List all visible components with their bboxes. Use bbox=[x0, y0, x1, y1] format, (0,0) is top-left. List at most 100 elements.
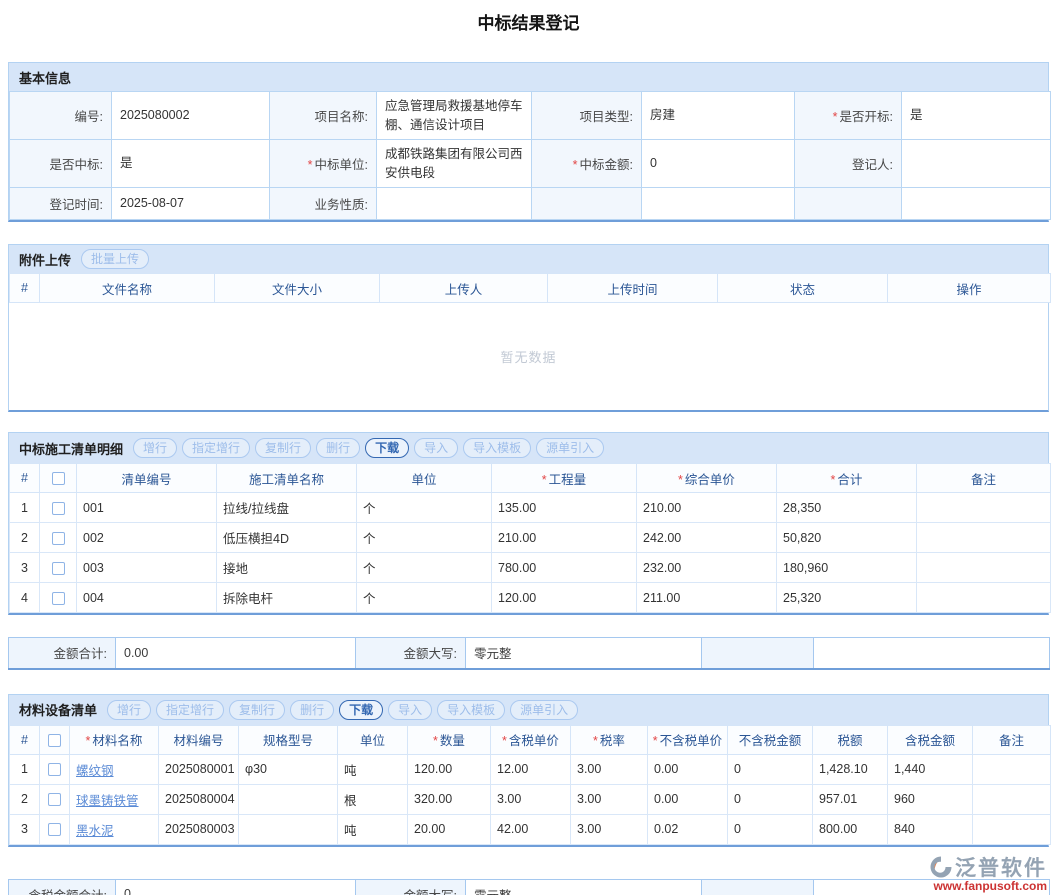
col-material-name: 材料名称 bbox=[70, 725, 159, 754]
field-label: 是否开标: bbox=[795, 92, 902, 140]
col-tax-amount: 税额 bbox=[813, 725, 888, 754]
add-row-button[interactable]: 增行 bbox=[133, 438, 177, 458]
row-index: 2 bbox=[10, 523, 40, 553]
summary-caps-label: 金额大写: bbox=[356, 638, 466, 669]
import-button[interactable]: 导入 bbox=[414, 438, 458, 458]
material-name-link[interactable]: 螺纹钢 bbox=[76, 764, 114, 778]
col-unit-price: 综合单价 bbox=[637, 464, 777, 493]
field-value-number[interactable]: 2025080002 bbox=[112, 92, 270, 140]
cell-with-tax-amount: 960 bbox=[888, 784, 973, 814]
field-value-winning-amount[interactable]: 0 bbox=[642, 140, 795, 188]
summary-total-value: 0 bbox=[116, 879, 356, 895]
cell-spec bbox=[239, 814, 338, 844]
table-row: 1 螺纹钢 2025080001 φ30 吨 120.00 12.00 3.00… bbox=[10, 754, 1051, 784]
col-total-label: 合计 bbox=[831, 473, 863, 487]
col-unit: 单位 bbox=[338, 725, 408, 754]
summary-caps-value: 零元整 bbox=[466, 879, 702, 895]
col-file-size: 文件大小 bbox=[215, 274, 380, 303]
delete-row-button[interactable]: 删行 bbox=[316, 438, 360, 458]
summary-caps-value: 零元整 bbox=[466, 638, 702, 669]
col-quantity: 工程量 bbox=[492, 464, 637, 493]
construction-summary-row: 金额合计: 0.00 金额大写: 零元整 bbox=[8, 637, 1050, 670]
copy-row-button[interactable]: 复制行 bbox=[255, 438, 311, 458]
batch-upload-button[interactable]: 批量上传 bbox=[81, 249, 149, 269]
col-with-tax-amount: 含税金额 bbox=[888, 725, 973, 754]
import-button[interactable]: 导入 bbox=[388, 700, 432, 720]
row-select-cell bbox=[40, 784, 70, 814]
row-checkbox[interactable] bbox=[52, 592, 65, 605]
field-label: 中标单位: bbox=[270, 140, 377, 188]
col-select-all bbox=[40, 464, 77, 493]
select-all-checkbox[interactable] bbox=[52, 472, 65, 485]
cell-material-code: 2025080003 bbox=[159, 814, 239, 844]
cell-tax-rate: 3.00 bbox=[571, 784, 648, 814]
cell-remark bbox=[917, 493, 1051, 523]
select-all-checkbox[interactable] bbox=[48, 734, 61, 747]
section-material-list: 材料设备清单 增行 指定增行 复制行 删行 下载 导入 导入模板 源单引入 # … bbox=[8, 694, 1049, 847]
cell-tax-amount: 957.01 bbox=[813, 784, 888, 814]
row-checkbox[interactable] bbox=[48, 793, 61, 806]
field-value-bid-opened[interactable]: 是 bbox=[902, 92, 1051, 140]
import-template-button[interactable]: 导入模板 bbox=[463, 438, 531, 458]
col-spec: 规格型号 bbox=[239, 725, 338, 754]
section-attachments: 附件上传 批量上传 # 文件名称 文件大小 上传人 上传时间 状态 操作 暂无数… bbox=[8, 244, 1049, 412]
cell-quantity: 135.00 bbox=[492, 493, 637, 523]
import-template-button[interactable]: 导入模板 bbox=[437, 700, 505, 720]
field-value-winning-unit[interactable]: 成都铁路集团有限公司西安供电段 bbox=[377, 140, 532, 188]
add-row-button[interactable]: 增行 bbox=[107, 700, 151, 720]
cell-no-tax-amount: 0 bbox=[728, 784, 813, 814]
cell-quantity: 120.00 bbox=[492, 583, 637, 613]
cell-quantity: 210.00 bbox=[492, 523, 637, 553]
insert-row-button[interactable]: 指定增行 bbox=[182, 438, 250, 458]
field-value-project-name[interactable]: 应急管理局救援基地停车棚、通信设计项目 bbox=[377, 92, 532, 140]
row-checkbox[interactable] bbox=[52, 532, 65, 545]
label-project-type: 项目类型: bbox=[580, 110, 633, 124]
col-index: # bbox=[10, 274, 40, 303]
material-name-link[interactable]: 球墨铸铁管 bbox=[76, 794, 139, 808]
cell-no-tax-price: 0.00 bbox=[648, 754, 728, 784]
basic-info-header-bar: 基本信息 bbox=[9, 63, 1048, 91]
field-label: 登记时间: bbox=[10, 188, 112, 220]
field-value-registrar[interactable] bbox=[902, 140, 1051, 188]
download-button[interactable]: 下载 bbox=[339, 700, 383, 720]
download-button[interactable]: 下载 bbox=[365, 438, 409, 458]
row-checkbox[interactable] bbox=[48, 823, 61, 836]
delete-row-button[interactable]: 删行 bbox=[290, 700, 334, 720]
watermark: 泛普软件 www.fanpusoft.com bbox=[928, 852, 1047, 893]
row-index: 2 bbox=[10, 784, 40, 814]
cell-list-code: 004 bbox=[77, 583, 217, 613]
field-value-register-time[interactable]: 2025-08-07 bbox=[112, 188, 270, 220]
row-index: 4 bbox=[10, 583, 40, 613]
col-status: 状态 bbox=[718, 274, 888, 303]
field-label: 项目类型: bbox=[532, 92, 642, 140]
col-no-tax-amount: 不含税金额 bbox=[728, 725, 813, 754]
summary-total-label: 金额合计: bbox=[9, 638, 116, 669]
cell-quantity: 780.00 bbox=[492, 553, 637, 583]
field-value-business-nature[interactable] bbox=[377, 188, 532, 220]
col-file-name: 文件名称 bbox=[40, 274, 215, 303]
table-row: 2 球墨铸铁管 2025080004 根 320.00 3.00 3.00 0.… bbox=[10, 784, 1051, 814]
basic-info-row: 登记时间: 2025-08-07 业务性质: bbox=[10, 188, 1051, 220]
field-value-is-winning[interactable]: 是 bbox=[112, 140, 270, 188]
summary-caps-label: 金额大写: bbox=[356, 879, 466, 895]
insert-row-button[interactable]: 指定增行 bbox=[156, 700, 224, 720]
row-checkbox[interactable] bbox=[52, 502, 65, 515]
field-label-empty bbox=[795, 188, 902, 220]
table-row: 4 004 拆除电杆 个 120.00 211.00 25,320 bbox=[10, 583, 1051, 613]
cell-list-code: 002 bbox=[77, 523, 217, 553]
cell-no-tax-amount: 0 bbox=[728, 814, 813, 844]
cell-no-tax-amount: 0 bbox=[728, 754, 813, 784]
section-basic-info: 基本信息 编号: 2025080002 项目名称: 应急管理局救援基地停车棚、通… bbox=[8, 62, 1049, 222]
material-name-link[interactable]: 黑水泥 bbox=[76, 824, 114, 838]
row-checkbox[interactable] bbox=[52, 562, 65, 575]
attachments-header-row: # 文件名称 文件大小 上传人 上传时间 状态 操作 bbox=[10, 274, 1051, 303]
col-no-tax-price: 不含税单价 bbox=[648, 725, 728, 754]
cell-spec bbox=[239, 784, 338, 814]
source-import-button[interactable]: 源单引入 bbox=[536, 438, 604, 458]
summary-total-label: 含税金额合计: bbox=[9, 879, 116, 895]
row-select-cell bbox=[40, 583, 77, 613]
row-checkbox[interactable] bbox=[48, 763, 61, 776]
copy-row-button[interactable]: 复制行 bbox=[229, 700, 285, 720]
field-value-project-type[interactable]: 房建 bbox=[642, 92, 795, 140]
source-import-button[interactable]: 源单引入 bbox=[510, 700, 578, 720]
